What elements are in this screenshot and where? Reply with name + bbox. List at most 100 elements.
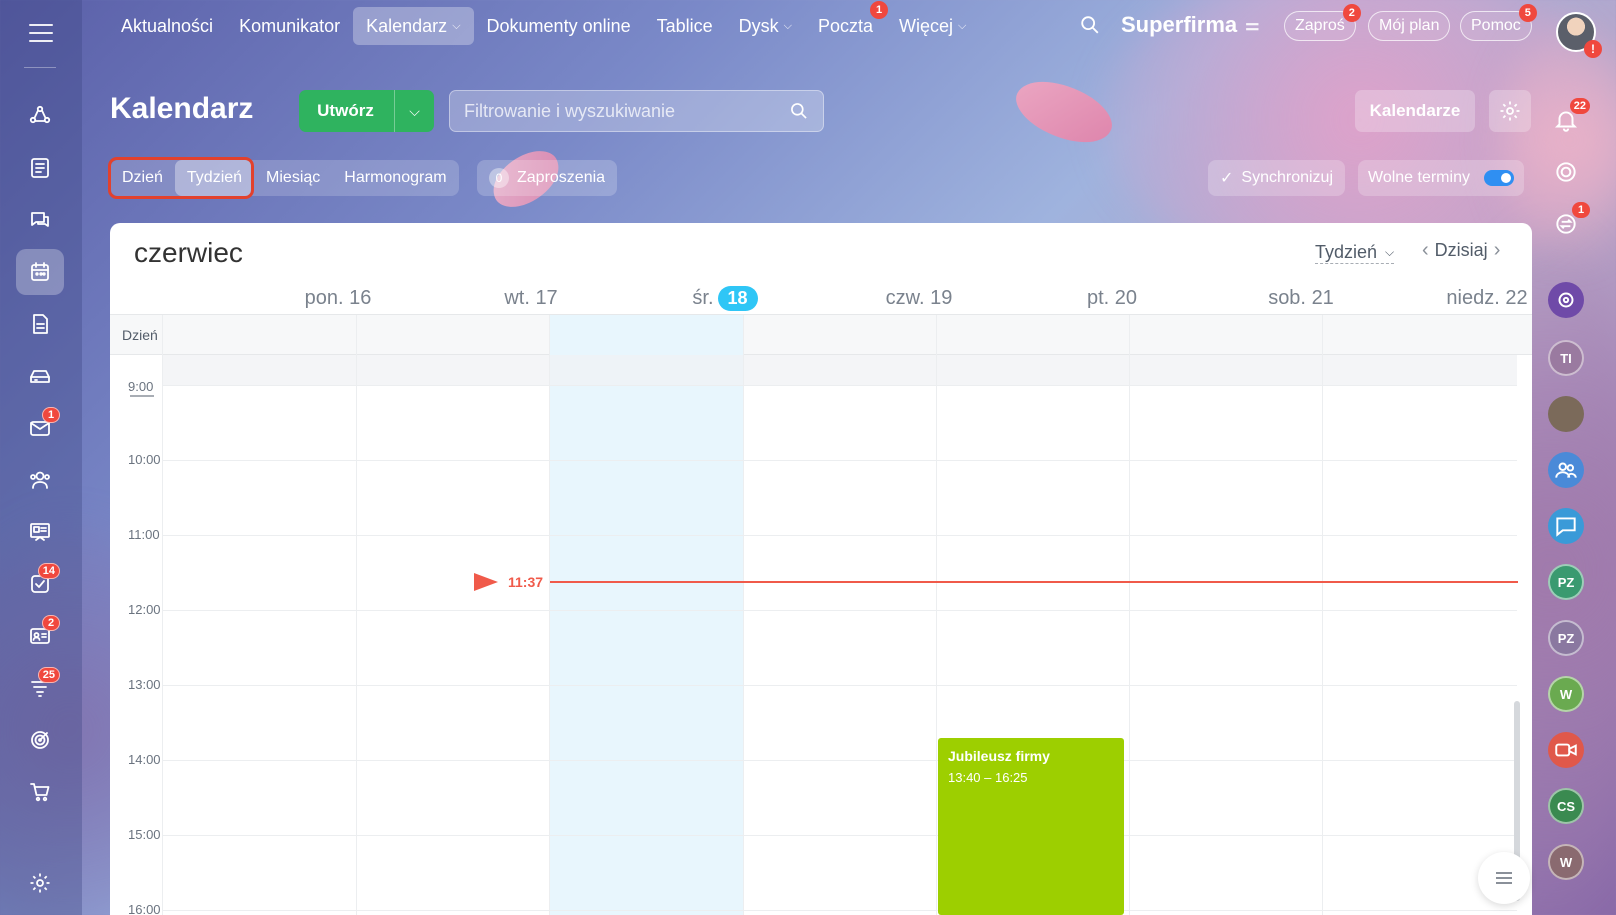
sidebar-item-shop[interactable] <box>16 769 64 815</box>
video-call-button[interactable] <box>1548 732 1584 768</box>
hour-line <box>162 535 1517 536</box>
day-header[interactable]: czw. 19 <box>822 281 1016 315</box>
nav-item-tablice[interactable]: Tablice <box>644 7 726 45</box>
view-day-button[interactable]: Dzień <box>110 160 175 196</box>
target-icon <box>31 731 49 749</box>
day-name: śr. <box>692 286 714 309</box>
create-dropdown-button[interactable]: ⌵ <box>394 90 434 132</box>
view-schedule-button[interactable]: Harmonogram <box>332 160 458 196</box>
day-header[interactable]: niedz. 22 <box>1394 281 1532 315</box>
nav-item-label: Tablice <box>656 15 713 36</box>
activity-button[interactable] <box>1548 154 1584 190</box>
invite-button[interactable]: Zaproś 2 <box>1284 4 1361 41</box>
sidebar-item-calendar[interactable] <box>16 249 64 295</box>
day-name: sob. <box>1268 286 1306 309</box>
sidebar-item-document[interactable] <box>16 301 64 347</box>
day-number: 19 <box>930 286 953 309</box>
hour-label: 16:00 <box>128 902 161 915</box>
activity-stream-icon <box>29 105 51 124</box>
previous-week-button[interactable]: ‹ <box>1416 239 1435 262</box>
my-plan-label: Mój plan <box>1379 17 1440 34</box>
sidebar-item-drive[interactable] <box>16 353 64 399</box>
sidebar-item-employees[interactable] <box>16 457 64 503</box>
notification-badge: 1 <box>1572 202 1590 218</box>
right-sidebar: 22 1 TI PZ PZ W CS W <box>1534 96 1616 915</box>
sidebar-item-checklist[interactable]: 14 <box>16 561 64 607</box>
chevron-down-icon: ⌵ <box>452 19 461 32</box>
nav-item-dokumenty-online[interactable]: Dokumenty online <box>474 7 644 45</box>
create-button[interactable]: Utwórz ⌵ <box>299 90 434 132</box>
global-search-button[interactable] <box>1079 14 1101 36</box>
list-view-button[interactable] <box>1478 852 1530 904</box>
notification-badge: 14 <box>37 563 60 579</box>
day-header[interactable]: pon. 16 <box>242 281 434 315</box>
view-label: Dzień <box>122 169 163 186</box>
chevron-down-icon: ⌵ <box>1385 245 1395 259</box>
chat-avatar-photo[interactable] <box>1548 396 1584 432</box>
sidebar-item-tasks-list[interactable] <box>16 145 64 191</box>
period-selector[interactable]: Tydzień ⌵ <box>1315 242 1395 264</box>
copilot-button[interactable] <box>1548 282 1584 318</box>
chevron-down-icon: ⌵ <box>958 19 967 32</box>
company-name[interactable]: Superfirma ⚌ <box>1121 12 1260 38</box>
sidebar-item-funnel[interactable]: 25 <box>16 665 64 711</box>
invite-label: Zaproś <box>1295 17 1345 34</box>
general-chat-button[interactable] <box>1548 508 1584 544</box>
chat-avatar[interactable]: PZ <box>1548 620 1584 656</box>
day-header[interactable]: pt. 20 <box>1016 281 1208 315</box>
calendar-event[interactable]: Jubileusz firmy 13:40 – 16:25 <box>938 738 1124 915</box>
nav-item-wiecej[interactable]: Więcej ⌵ <box>886 7 979 45</box>
nav-item-label: Kalendarz <box>366 15 448 36</box>
next-week-button[interactable]: › <box>1488 239 1507 262</box>
day-headers: pon. 16 wt. 17 śr. 18 czw. 19 pt. 20 sob.… <box>110 281 1532 315</box>
synchronize-button[interactable]: ✓ Synchronizuj <box>1208 160 1346 196</box>
view-month-button[interactable]: Miesiąc <box>254 160 332 196</box>
view-label: Miesiąc <box>266 169 321 186</box>
free-slots-toggle[interactable]: Wolne terminy <box>1358 160 1524 196</box>
my-plan-button[interactable]: Mój plan <box>1368 11 1451 41</box>
filter-search-field[interactable] <box>449 90 824 132</box>
help-button[interactable]: Pomoc 5 <box>1460 4 1537 41</box>
group-chat-button[interactable] <box>1548 452 1584 488</box>
chat-avatar[interactable]: CS <box>1548 788 1584 824</box>
event-time: 13:40 – 16:25 <box>948 770 1028 785</box>
sidebar-item-target[interactable] <box>16 717 64 763</box>
chat-button[interactable]: 1 <box>1548 202 1590 242</box>
sidebar-item-crm-card[interactable]: 2 <box>16 613 64 659</box>
toggle-switch[interactable] <box>1483 170 1514 186</box>
current-time-label: 11:37 <box>508 574 544 590</box>
nav-item-kalendarz[interactable]: Kalendarz ⌵ <box>353 7 474 45</box>
calendar-settings-button[interactable] <box>1489 90 1531 132</box>
calendars-button[interactable]: Kalendarze <box>1355 90 1475 132</box>
chat-avatar[interactable]: TI <box>1548 340 1584 376</box>
sidebar-item-chat[interactable] <box>16 197 64 243</box>
invitations-button[interactable]: 0 Zaproszenia <box>477 160 618 196</box>
nav-item-komunikator[interactable]: Komunikator <box>226 7 353 45</box>
menu-icon[interactable] <box>29 24 53 42</box>
filter-search-input[interactable] <box>464 100 789 122</box>
view-week-button[interactable]: Tydzień <box>174 160 255 196</box>
time-grid[interactable]: 9:00 10:00 11:00 12:00 13:00 14:00 15:00… <box>110 315 1532 915</box>
employees-icon <box>30 471 50 489</box>
hour-line <box>162 835 1517 836</box>
nav-item-poczta[interactable]: Poczta 1 <box>805 1 889 45</box>
sidebar-settings-button[interactable] <box>16 860 64 906</box>
nav-item-dysk[interactable]: Dysk ⌵ <box>726 7 805 45</box>
day-header[interactable]: wt. 17 <box>434 281 628 315</box>
chat-avatar[interactable]: W <box>1548 844 1584 880</box>
target-icon <box>1556 162 1576 182</box>
sidebar-item-presentation[interactable] <box>16 509 64 555</box>
chat-avatar[interactable]: W <box>1548 676 1584 712</box>
hour-label: 12:00 <box>128 602 161 617</box>
chat-avatar[interactable]: PZ <box>1548 564 1584 600</box>
today-button[interactable]: Dzisiaj <box>1435 240 1488 261</box>
day-header[interactable]: sob. 21 <box>1208 281 1394 315</box>
nav-item-aktualnosci[interactable]: Aktualności <box>108 7 226 45</box>
day-header-today[interactable]: śr. 18 <box>628 281 822 315</box>
column-divider <box>549 315 550 915</box>
sidebar-item-activity-stream[interactable] <box>16 93 64 139</box>
hour-label: 15:00 <box>128 827 161 842</box>
sidebar-item-mail[interactable]: 1 <box>16 405 64 451</box>
notifications-button[interactable]: 22 <box>1548 98 1590 138</box>
all-day-row[interactable]: Dzień <box>110 315 1532 355</box>
